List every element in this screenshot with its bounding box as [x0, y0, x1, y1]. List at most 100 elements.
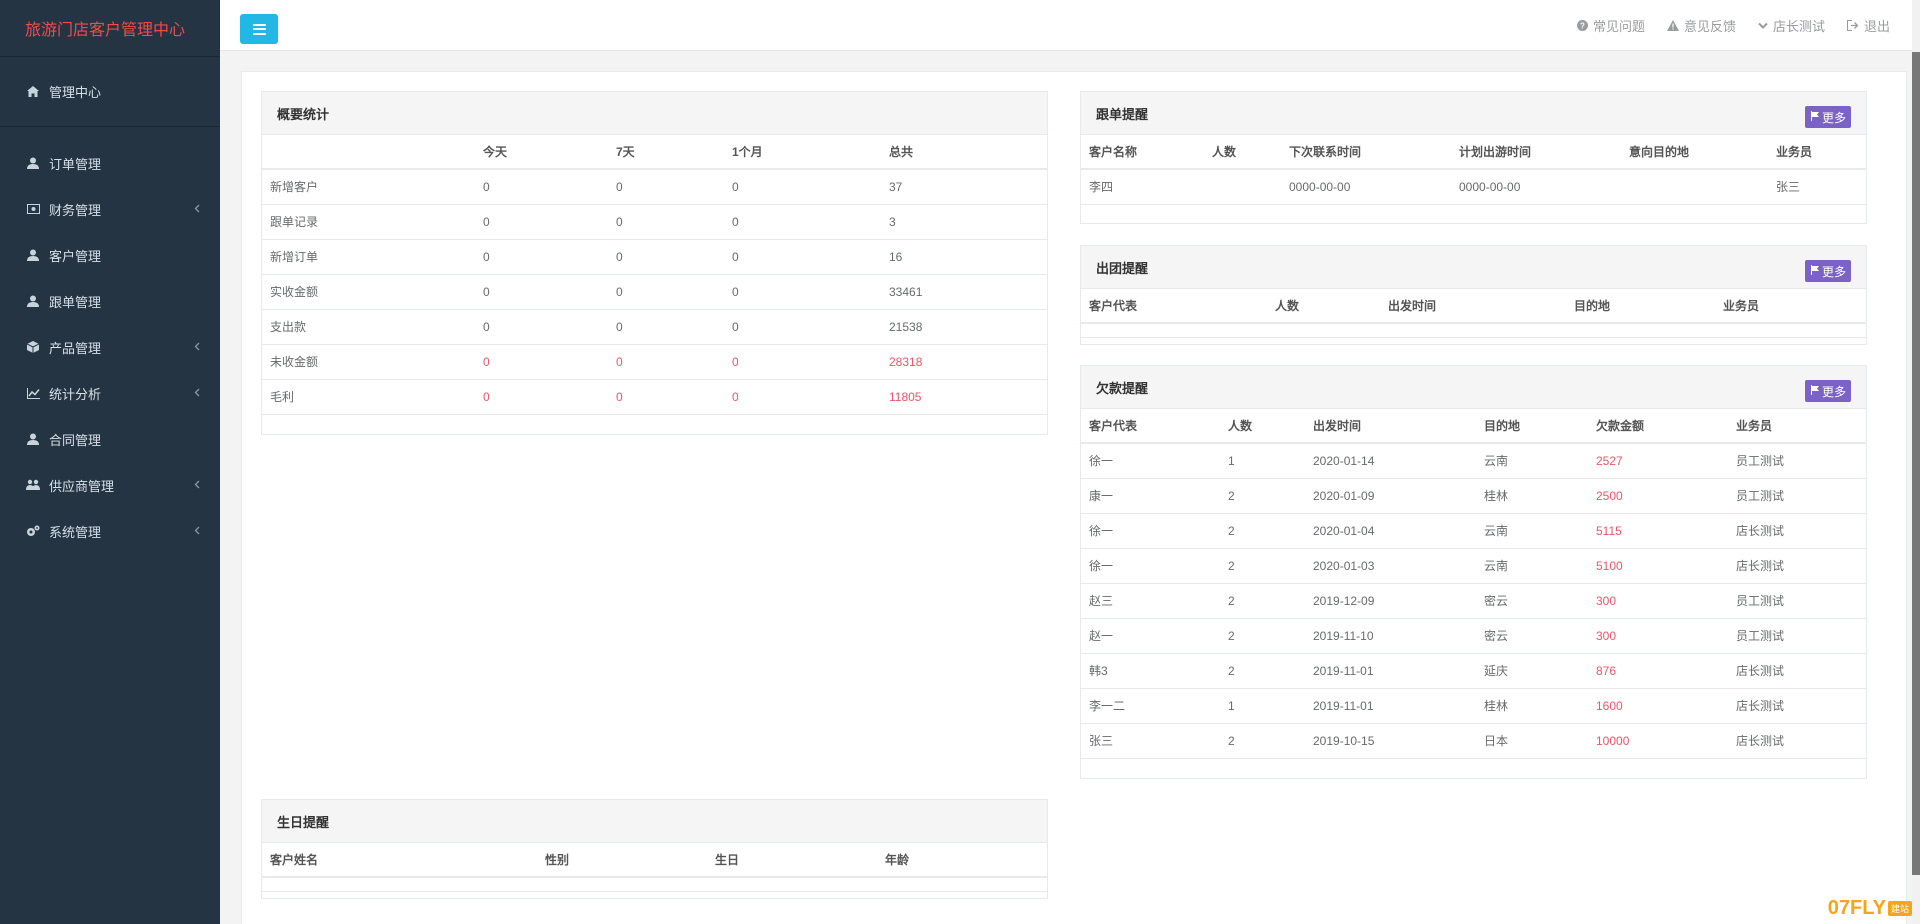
table-cell: 0 — [475, 309, 608, 345]
top-link-label: 常见问题 — [1592, 19, 1645, 34]
empty-cell — [262, 877, 1047, 892]
table-cell: 李一二 — [1081, 688, 1220, 724]
column-header: 目的地 — [1476, 409, 1588, 444]
arrears-more-button[interactable]: 更多 — [1804, 380, 1851, 402]
sidebar-item-2[interactable]: 客户管理 — [0, 232, 220, 278]
table-row: 李一二 1 2019-11-01 桂林 1600 店长测试 — [1081, 688, 1866, 724]
sidebar-item-8[interactable]: 系统管理 — [0, 508, 220, 554]
followup-heading: 跟单提醒 更多 — [1081, 92, 1866, 135]
top-link-3[interactable]: 退出 — [1846, 16, 1890, 35]
table-cell: 徐一 — [1081, 513, 1220, 549]
table-cell: 0 — [608, 309, 724, 345]
sidebar-item-home[interactable]: 管理中心 — [0, 57, 220, 127]
table-row: 韩3 2 2019-11-01 延庆 876 店长测试 — [1081, 653, 1866, 689]
user-icon — [25, 249, 41, 261]
table-cell: 0 — [608, 239, 724, 275]
column-header: 意向目的地 — [1621, 135, 1768, 170]
table-cell: 云南 — [1476, 548, 1588, 584]
sidebar-item-6[interactable]: 合同管理 — [0, 416, 220, 462]
followup-title: 跟单提醒 — [1096, 106, 1149, 122]
flag-icon — [1810, 384, 1820, 398]
chevron-left-icon — [194, 386, 200, 400]
column-header: 客户代表 — [1081, 409, 1220, 444]
sidebar-item-1[interactable]: 财务管理 — [0, 186, 220, 232]
watermark-logo: 07FLY 建站 — [1828, 897, 1912, 920]
arrears-heading: 欠款提醒 更多 — [1081, 366, 1866, 409]
table-row: 实收金额 0 0 0 33461 — [262, 274, 1047, 310]
table-cell: 1 — [1220, 688, 1305, 724]
empty-row — [262, 877, 1047, 892]
table-cell: 2019-10-15 — [1305, 723, 1476, 759]
sidebar-item-label: 系统管理 — [49, 524, 102, 540]
overview-heading: 概要统计 — [262, 92, 1047, 135]
table-cell: 2020-01-14 — [1305, 443, 1476, 479]
top-link-label: 意见反馈 — [1683, 19, 1736, 34]
table-cell: 2 — [1220, 653, 1305, 689]
top-link-1[interactable]: 意见反馈 — [1666, 16, 1736, 35]
line-chart-icon — [25, 387, 41, 399]
sidebar-item-label: 供应商管理 — [49, 478, 115, 494]
column-header: 出发时间 — [1305, 409, 1476, 444]
table-cell: 密云 — [1476, 583, 1588, 619]
sidebar-item-4[interactable]: 产品管理 — [0, 324, 220, 370]
users-icon — [25, 479, 41, 491]
arrears-title: 欠款提醒 — [1096, 380, 1149, 396]
table-cell: 2019-11-10 — [1305, 618, 1476, 654]
table-row: 未收金额 0 0 0 28318 — [262, 344, 1047, 380]
table-cell: 店长测试 — [1728, 548, 1866, 584]
page-scrollbar[interactable] — [1912, 0, 1920, 924]
sidebar-item-label: 合同管理 — [49, 432, 102, 448]
row-label: 新增订单 — [262, 239, 475, 275]
overview-title: 概要统计 — [277, 106, 330, 122]
sidebar-item-0[interactable]: 订单管理 — [0, 140, 220, 186]
overview-table: 今天 7天 1个月 总共 新增客户 0 0 0 37 跟单记录 0 0 0 3 新增订单 0 0 0 16 实收金额… — [262, 135, 1047, 415]
table-cell: 0 — [724, 204, 881, 240]
top-link-label: 退出 — [1863, 19, 1890, 34]
column-header: 客户代表 — [1081, 289, 1267, 324]
top-link-2[interactable]: 店长测试 — [1758, 16, 1825, 35]
empty-cell — [1081, 323, 1866, 338]
main-content: 概要统计 今天 7天 1个月 总共 新增客户 0 0 0 37 跟单记录 0 0 0 3 新增订单 0 0 0 1… — [220, 51, 1912, 924]
sidebar-item-3[interactable]: 跟单管理 — [0, 278, 220, 324]
birthday-title: 生日提醒 — [277, 814, 330, 830]
watermark-text: 07FLY — [1827, 897, 1886, 919]
birthday-heading: 生日提醒 — [262, 800, 1047, 843]
table-cell: 0 — [608, 379, 724, 415]
sidebar-item-label: 产品管理 — [49, 340, 102, 356]
table-cell: 0 — [475, 274, 608, 310]
departure-more-button[interactable]: 更多 — [1804, 260, 1851, 282]
row-label: 未收金额 — [262, 344, 475, 380]
birthday-panel: 生日提醒 客户姓名 性别 生日 年龄 — [261, 799, 1048, 899]
sidebar-item-5[interactable]: 统计分析 — [0, 370, 220, 416]
table-cell: 876 — [1588, 653, 1728, 689]
top-links: ? 常见问题 意见反馈 店长测试 退出 — [1576, 0, 1890, 51]
table-cell: 0 — [724, 239, 881, 275]
column-header: 总共 — [881, 135, 1047, 170]
table-cell: 云南 — [1476, 513, 1588, 549]
sidebar-item-7[interactable]: 供应商管理 — [0, 462, 220, 508]
followup-more-button[interactable]: 更多 — [1804, 106, 1851, 128]
table-cell: 2 — [1220, 513, 1305, 549]
sidebar-item-label: 订单管理 — [49, 156, 102, 172]
arrears-panel: 欠款提醒 更多 客户代表 人数 出发时间 目的地 欠款金额 业务员 徐一 1 2020-01-… — [1080, 365, 1867, 779]
scrollbar-thumb[interactable] — [1912, 52, 1920, 875]
table-cell — [1621, 169, 1768, 205]
table-row: 毛利 0 0 0 11805 — [262, 379, 1047, 415]
table-cell: 日本 — [1476, 723, 1588, 759]
table-cell: 0000-00-00 — [1451, 169, 1621, 205]
table-cell: 员工测试 — [1728, 618, 1866, 654]
column-header: 人数 — [1204, 135, 1281, 170]
column-header: 1个月 — [724, 135, 881, 170]
top-link-0[interactable]: ? 常见问题 — [1576, 16, 1645, 35]
table-cell: 0 — [724, 274, 881, 310]
column-header: 出发时间 — [1380, 289, 1566, 324]
table-cell: 2020-01-09 — [1305, 478, 1476, 514]
table-row: 新增客户 0 0 0 37 — [262, 169, 1047, 205]
table-cell: 0 — [724, 169, 881, 205]
table-cell: 2 — [1220, 478, 1305, 514]
menu-toggle-button[interactable] — [240, 14, 278, 44]
hamburger-icon — [252, 23, 266, 35]
table-cell: 员工测试 — [1728, 443, 1866, 479]
table-cell: 33461 — [881, 274, 1047, 310]
table-cell: 300 — [1588, 583, 1728, 619]
